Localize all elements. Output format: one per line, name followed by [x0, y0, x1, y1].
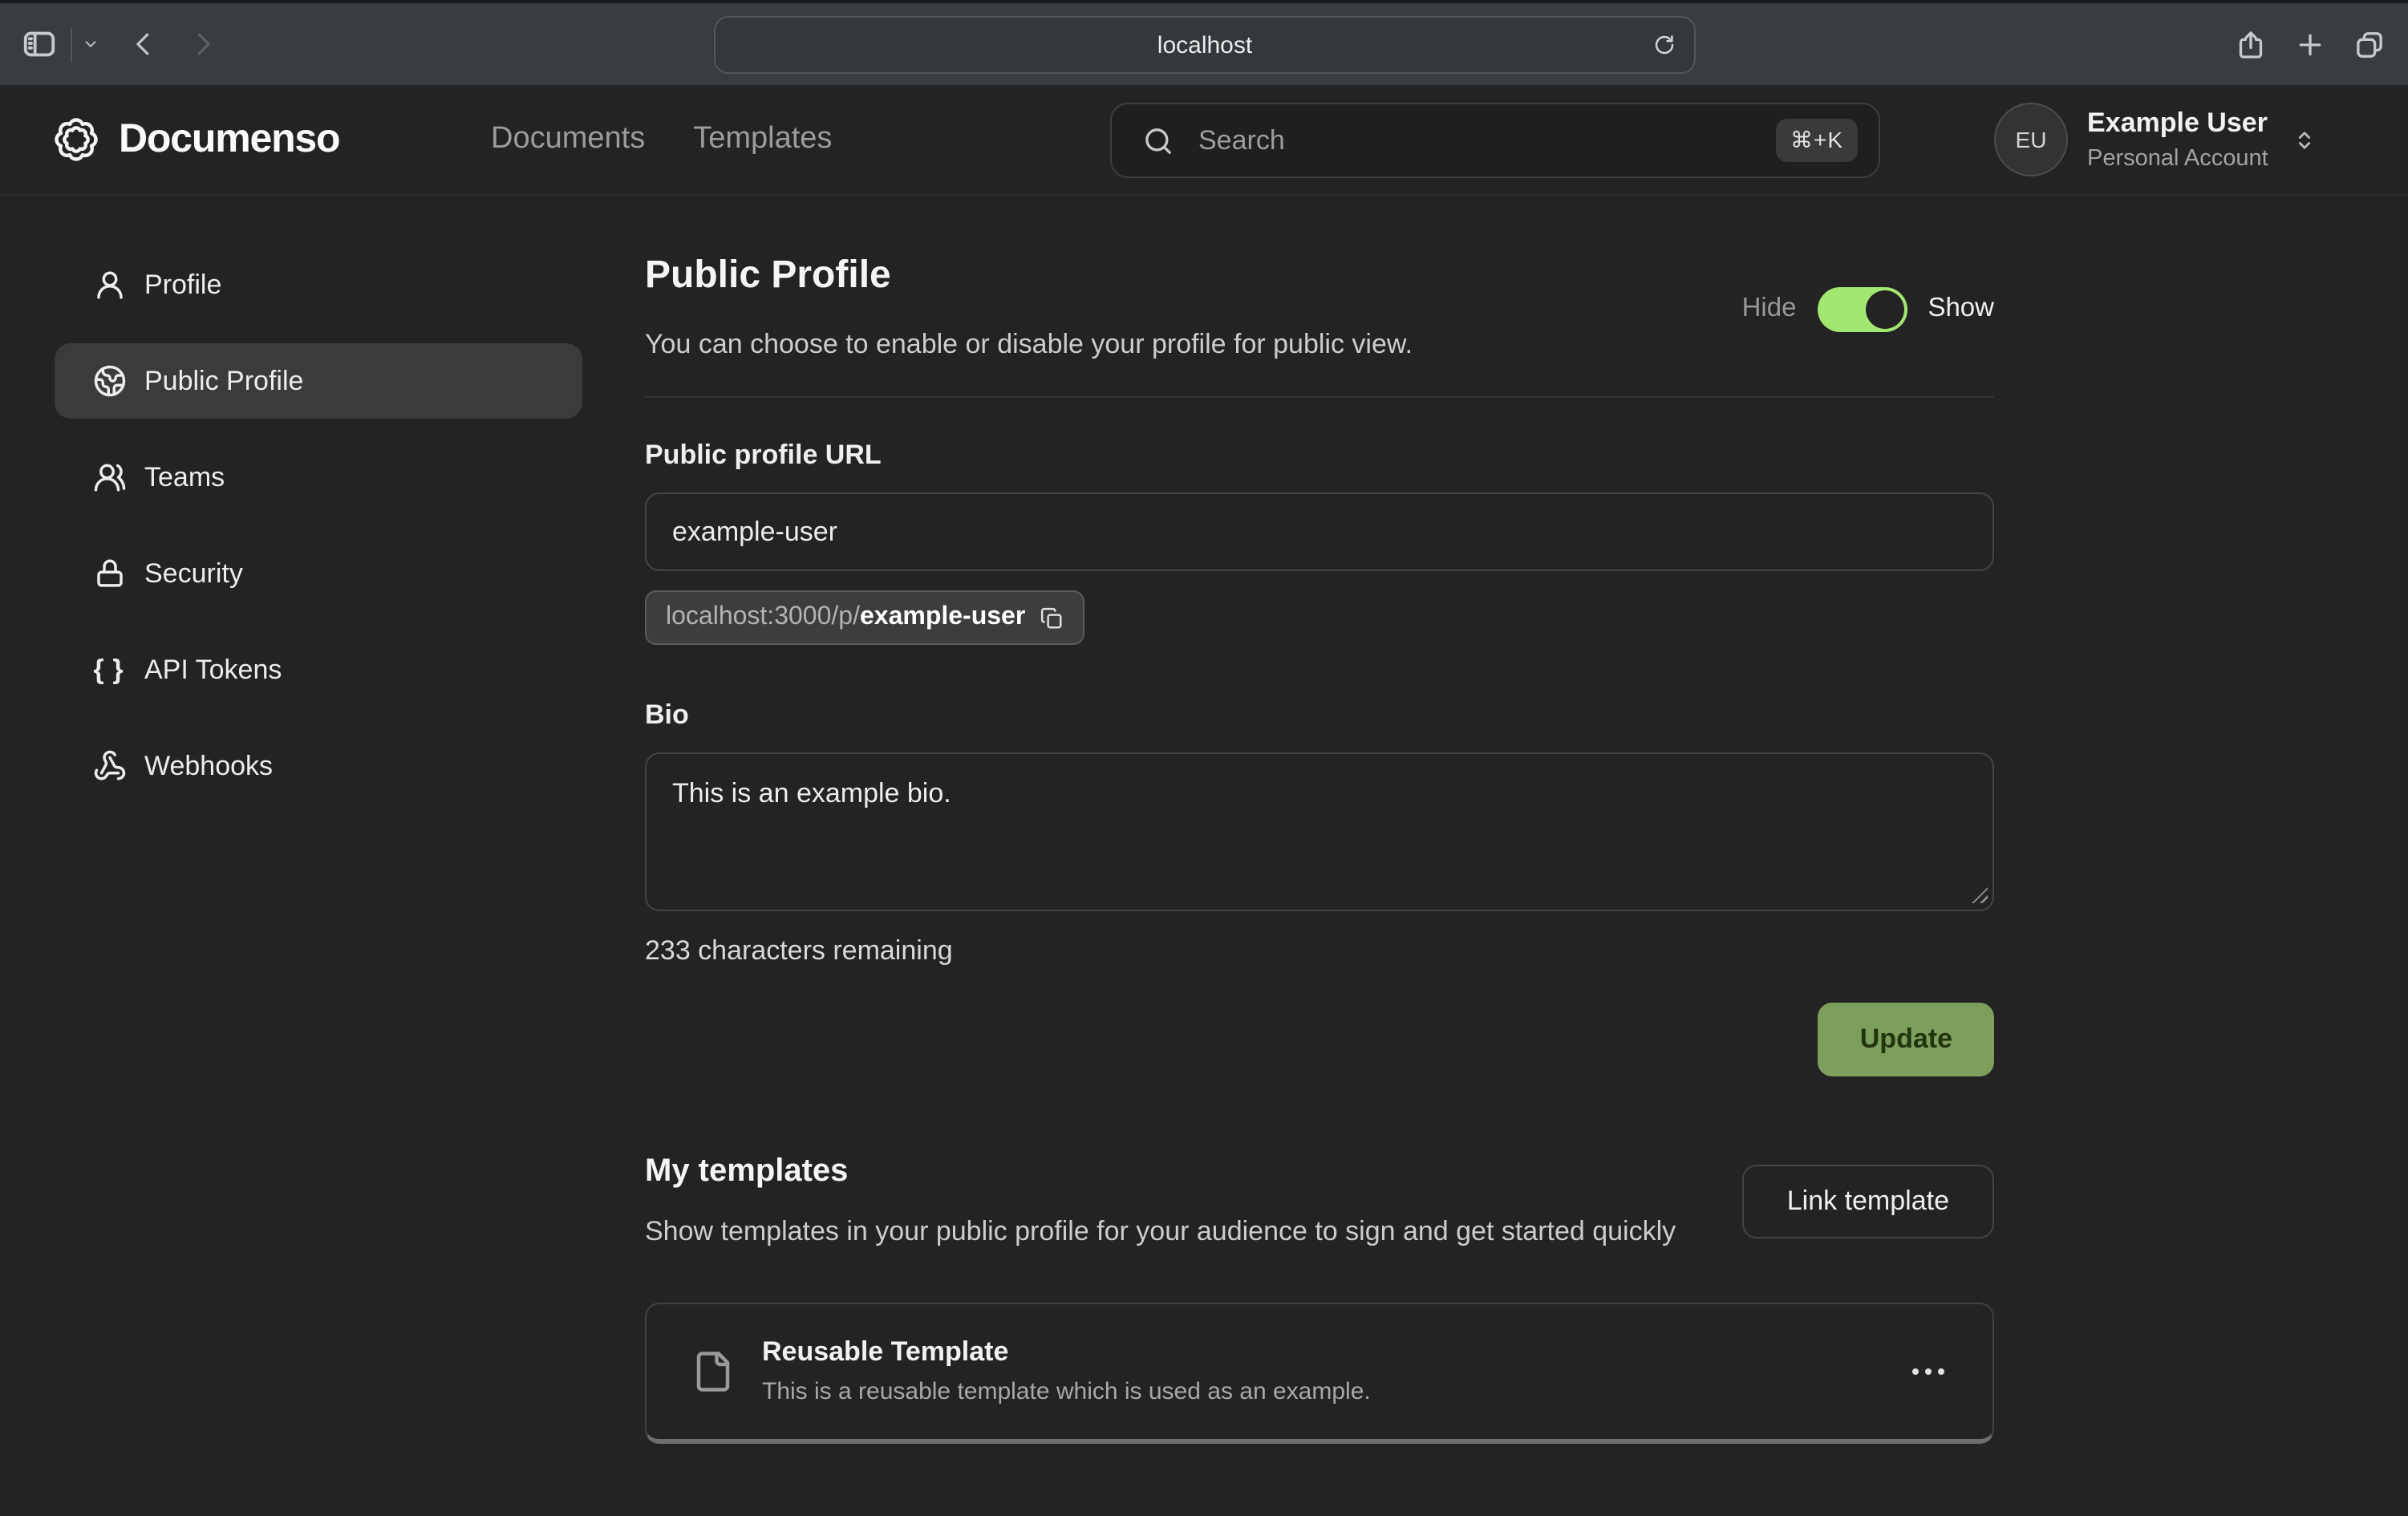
sidebar-item-label: Security [144, 557, 243, 590]
account-type: Personal Account [2087, 144, 2268, 172]
toolbar-divider [71, 26, 72, 62]
globe-icon [91, 364, 127, 398]
characters-remaining: 233 characters remaining [645, 935, 1994, 967]
sidebar-item-webhooks[interactable]: Webhooks [55, 728, 582, 804]
template-card: Reusable Template This is a reusable tem… [645, 1303, 1994, 1444]
chevrons-up-down-icon [2291, 126, 2318, 153]
back-icon[interactable] [128, 29, 159, 59]
search-icon [1142, 124, 1174, 156]
sidebar-item-public-profile[interactable]: Public Profile [55, 343, 582, 419]
template-menu-ellipsis-icon[interactable] [1909, 1359, 1948, 1384]
new-tab-icon[interactable] [2294, 28, 2326, 60]
avatar: EU [1994, 103, 2068, 176]
visibility-toggle[interactable] [1817, 286, 1907, 331]
global-search[interactable]: ⌘+K [1110, 103, 1880, 178]
address-bar[interactable]: localhost [714, 16, 1696, 74]
copy-icon[interactable] [1040, 606, 1064, 630]
public-profile-content: Public Profile You can choose to enable … [645, 196, 1994, 1444]
show-label: Show [1928, 294, 1994, 324]
sidebar-item-teams[interactable]: Teams [55, 440, 582, 515]
address-bar-url: localhost [1157, 31, 1252, 59]
content-header-text: Public Profile You can choose to enable … [645, 253, 1413, 364]
user-text: Example User Personal Account [2087, 107, 2268, 173]
sidebar-chevron-down-icon[interactable] [82, 35, 99, 53]
lock-icon [91, 557, 127, 590]
app-header: Documenso Documents Templates ⌘+K EU Exa… [0, 85, 2408, 196]
user-icon [91, 268, 127, 302]
browser-actions [2235, 3, 2386, 85]
documenso-logo-icon [51, 115, 101, 164]
bio-textarea-wrap: This is an example bio. [645, 752, 1994, 911]
sidebar-item-label: Public Profile [144, 365, 303, 397]
sidebar-toggle-icon[interactable] [21, 26, 58, 63]
browser-toolbar: localhost [0, 0, 2408, 85]
sidebar-item-api-tokens[interactable]: { } API Tokens [55, 632, 582, 707]
user-menu[interactable]: EU Example User Personal Account [1994, 103, 2318, 176]
my-templates-header: My templates Show templates in your publ… [645, 1152, 1994, 1250]
brand-name: Documenso [119, 116, 339, 163]
sidebar-item-profile[interactable]: Profile [55, 247, 582, 322]
screen: localhost [0, 0, 2408, 1516]
page-title: Public Profile [645, 253, 1413, 298]
my-templates-title: My templates [645, 1152, 1676, 1190]
bio-textarea[interactable]: This is an example bio. [645, 752, 1994, 911]
nav-documents[interactable]: Documents [491, 122, 645, 157]
sidebar-item-label: Webhooks [144, 750, 273, 782]
brand[interactable]: Documenso [51, 115, 339, 164]
tab-overview-icon[interactable] [2353, 28, 2386, 60]
webhook-icon [91, 749, 127, 783]
url-chip-prefix: localhost:3000/p/ [666, 603, 860, 632]
search-input[interactable] [1195, 123, 1776, 158]
nav-templates[interactable]: Templates [693, 122, 832, 157]
settings-sidebar: Profile Public Profile [55, 247, 582, 804]
documenso-app: Documenso Documents Templates ⌘+K EU Exa… [0, 85, 2408, 196]
forward-icon[interactable] [188, 29, 218, 59]
share-icon[interactable] [2235, 28, 2267, 60]
search-shortcut-badge: ⌘+K [1776, 119, 1858, 162]
page-subtitle: You can choose to enable or disable your… [645, 326, 1413, 364]
url-chip-value: example-user [860, 603, 1025, 632]
toggle-thumb [1865, 290, 1903, 328]
section-divider [645, 396, 1994, 398]
profile-url-input[interactable] [645, 492, 1994, 571]
link-template-button[interactable]: Link template [1742, 1164, 1994, 1238]
visibility-toggle-group: Hide Show [1742, 286, 1994, 331]
update-row: Update [645, 1003, 1994, 1076]
main-nav: Documents Templates [491, 122, 832, 157]
my-templates-description: Show templates in your public profile fo… [645, 1213, 1676, 1250]
refresh-icon[interactable] [1652, 33, 1676, 57]
users-icon [91, 460, 127, 494]
bio-label: Bio [645, 699, 1994, 732]
update-button[interactable]: Update [1818, 1003, 1994, 1076]
template-text: Reusable Template This is a reusable tem… [762, 1335, 1371, 1408]
user-name: Example User [2087, 107, 2268, 141]
my-templates-text: My templates Show templates in your publ… [645, 1152, 1676, 1250]
hide-label: Hide [1742, 294, 1797, 324]
sidebar-item-security[interactable]: Security [55, 536, 582, 611]
template-title: Reusable Template [762, 1335, 1371, 1370]
braces-icon: { } [91, 654, 127, 686]
profile-url-label: Public profile URL [645, 440, 1994, 472]
browser-nav-controls [21, 3, 218, 85]
sidebar-item-label: Profile [144, 269, 221, 301]
file-icon [691, 1346, 735, 1397]
sidebar-item-label: Teams [144, 461, 225, 493]
sidebar-item-label: API Tokens [144, 654, 282, 686]
profile-url-chip: localhost:3000/p/example-user [645, 590, 1084, 645]
content-header: Public Profile You can choose to enable … [645, 253, 1994, 364]
template-description: This is a reusable template which is use… [762, 1377, 1371, 1409]
